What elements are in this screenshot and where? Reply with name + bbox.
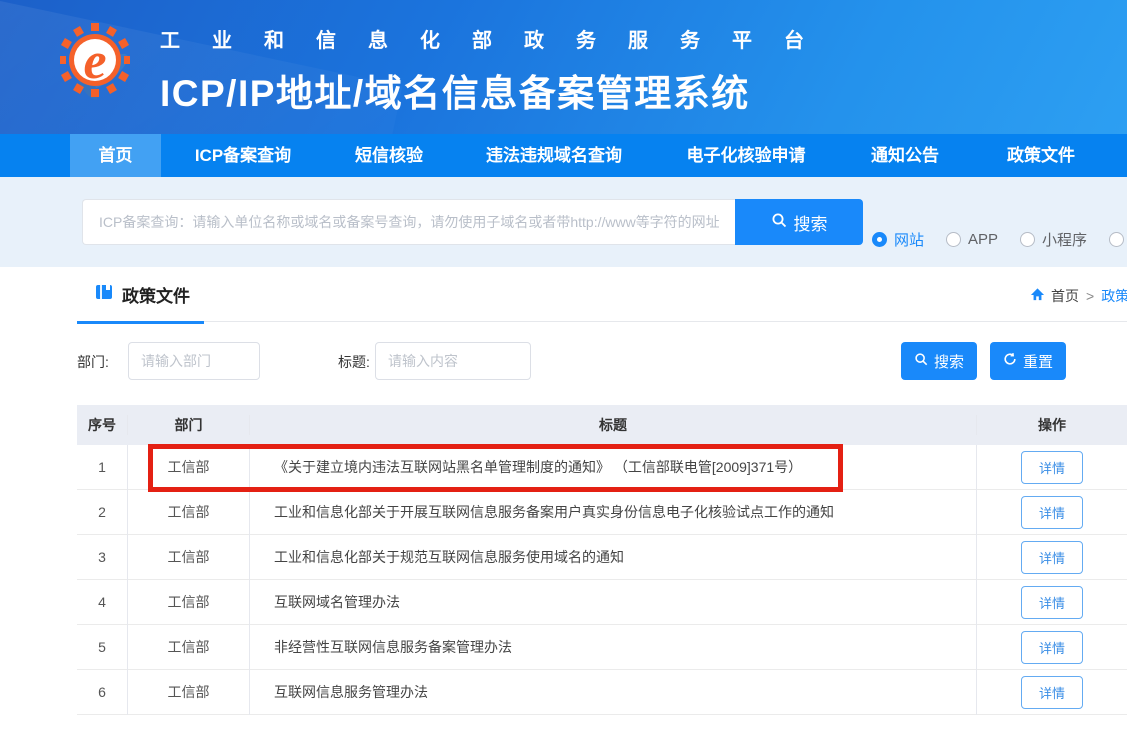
dept-filter-input[interactable] bbox=[128, 342, 260, 380]
policy-table: 序号 部门 标题 操作 1 工信部 《关于建立境内违法互联网站黑名单管理制度的通… bbox=[77, 405, 1127, 715]
cell-title: 《关于建立境内违法互联网站黑名单管理制度的通知》 （工信部联电管[2009]37… bbox=[250, 445, 977, 490]
nav-item-notices[interactable]: 通知公告 bbox=[837, 134, 973, 177]
main-nav: 首页 ICP备案查询 短信核验 违法违规域名查询 电子化核验申请 通知公告 政策… bbox=[0, 134, 1127, 177]
breadcrumb-separator: > bbox=[1086, 288, 1094, 304]
table-row: 4 工信部 互联网域名管理办法 详情 bbox=[77, 580, 1127, 625]
breadcrumb: 首页 > 政策文件 bbox=[1030, 286, 1127, 306]
nav-item-e-verify-apply[interactable]: 电子化核验申请 bbox=[655, 134, 837, 177]
cell-no: 4 bbox=[77, 580, 128, 625]
table-row: 5 工信部 非经营性互联网信息服务备案管理办法 详情 bbox=[77, 625, 1127, 670]
table-row: 2 工信部 工业和信息化部关于开展互联网信息服务备案用户真实身份信息电子化核验试… bbox=[77, 490, 1127, 535]
system-title: ICP/IP地址/域名信息备案管理系统 bbox=[160, 63, 836, 117]
search-type-radios: 网站 APP 小程序 快应用 bbox=[872, 229, 1127, 250]
cell-dept: 工信部 bbox=[128, 445, 250, 490]
detail-button[interactable]: 详情 bbox=[1021, 586, 1083, 619]
detail-button[interactable]: 详情 bbox=[1021, 631, 1083, 664]
filter-reset-label: 重置 bbox=[1023, 351, 1053, 372]
cell-dept: 工信部 bbox=[128, 535, 250, 580]
table-row: 1 工信部 《关于建立境内违法互联网站黑名单管理制度的通知》 （工信部联电管[2… bbox=[77, 445, 1127, 490]
filter-row: 部门: 标题: 搜索 重置 bbox=[77, 342, 1127, 380]
filter-reset-button[interactable]: 重置 bbox=[990, 342, 1066, 380]
detail-button[interactable]: 详情 bbox=[1021, 451, 1083, 484]
policy-file-icon bbox=[95, 283, 113, 306]
col-header-action: 操作 bbox=[977, 415, 1127, 435]
cell-title: 非经营性互联网信息服务备案管理办法 bbox=[250, 625, 977, 670]
col-header-title: 标题 bbox=[250, 415, 977, 435]
active-tab-bar bbox=[77, 321, 204, 324]
cell-no: 5 bbox=[77, 625, 128, 670]
cell-title: 工业和信息化部关于开展互联网信息服务备案用户真实身份信息电子化核验试点工作的通知 bbox=[250, 490, 977, 535]
radio-website[interactable]: 网站 bbox=[872, 229, 924, 250]
cell-no: 3 bbox=[77, 535, 128, 580]
cell-dept: 工信部 bbox=[128, 580, 250, 625]
radio-circle-icon bbox=[1020, 232, 1035, 247]
detail-button[interactable]: 详情 bbox=[1021, 676, 1083, 709]
radio-app[interactable]: APP bbox=[946, 231, 998, 248]
cell-dept: 工信部 bbox=[128, 670, 250, 715]
filter-search-label: 搜索 bbox=[934, 351, 964, 372]
breadcrumb-home[interactable]: 首页 bbox=[1051, 286, 1079, 306]
search-button-label: 搜索 bbox=[794, 210, 828, 235]
cell-no: 2 bbox=[77, 490, 128, 535]
radio-circle-icon bbox=[872, 232, 887, 247]
platform-title: 工业和信息化部政务服务平台 bbox=[160, 24, 836, 53]
search-icon bbox=[914, 352, 928, 370]
cell-title: 工业和信息化部关于规范互联网信息服务使用域名的通知 bbox=[250, 535, 977, 580]
radio-quickapp[interactable]: 快应用 bbox=[1109, 229, 1127, 250]
radio-circle-icon bbox=[946, 232, 961, 247]
title-filter-input[interactable] bbox=[375, 342, 531, 380]
cell-no: 1 bbox=[77, 445, 128, 490]
cell-no: 6 bbox=[77, 670, 128, 715]
search-icon bbox=[771, 212, 787, 233]
cell-title: 互联网信息服务管理办法 bbox=[250, 670, 977, 715]
section-head: 政策文件 首页 > 政策文件 bbox=[77, 267, 1127, 322]
cell-dept: 工信部 bbox=[128, 490, 250, 535]
table-row: 6 工信部 互联网信息服务管理办法 详情 bbox=[77, 670, 1127, 715]
nav-item-sms-verify[interactable]: 短信核验 bbox=[325, 134, 453, 177]
col-header-no: 序号 bbox=[77, 415, 128, 435]
table-row: 3 工信部 工业和信息化部关于规范互联网信息服务使用域名的通知 详情 bbox=[77, 535, 1127, 580]
nav-item-icp-query[interactable]: ICP备案查询 bbox=[161, 134, 325, 177]
icp-search-input[interactable] bbox=[82, 199, 735, 245]
app-header: e 工业和信息化部政务服务平台 ICP/IP地址/域名信息备案管理系统 bbox=[0, 0, 1127, 134]
breadcrumb-current[interactable]: 政策文件 bbox=[1101, 286, 1127, 306]
col-header-dept: 部门 bbox=[128, 415, 250, 435]
nav-item-illegal-domain-query[interactable]: 违法违规域名查询 bbox=[453, 134, 655, 177]
svg-text:e: e bbox=[83, 33, 106, 90]
icp-search-button[interactable]: 搜索 bbox=[735, 199, 863, 245]
icp-search-strip: 搜索 网站 APP 小程序 快应用 bbox=[0, 177, 1127, 267]
filter-search-button[interactable]: 搜索 bbox=[901, 342, 977, 380]
dept-filter-label: 部门: bbox=[77, 352, 109, 372]
cell-title: 互联网域名管理办法 bbox=[250, 580, 977, 625]
detail-button[interactable]: 详情 bbox=[1021, 541, 1083, 574]
cell-dept: 工信部 bbox=[128, 625, 250, 670]
miit-logo-icon: e bbox=[60, 16, 130, 113]
radio-label: APP bbox=[968, 231, 998, 248]
nav-item-policy-files[interactable]: 政策文件 bbox=[973, 134, 1109, 177]
radio-label: 小程序 bbox=[1042, 229, 1087, 250]
nav-item-home[interactable]: 首页 bbox=[70, 134, 161, 177]
table-header-row: 序号 部门 标题 操作 bbox=[77, 405, 1127, 445]
refresh-icon bbox=[1003, 352, 1017, 370]
title-filter-label: 标题: bbox=[338, 352, 370, 372]
home-icon bbox=[1030, 287, 1045, 305]
radio-miniprogram[interactable]: 小程序 bbox=[1020, 229, 1087, 250]
radio-circle-icon bbox=[1109, 232, 1124, 247]
section-title: 政策文件 bbox=[122, 282, 190, 307]
tab-policy-files[interactable]: 政策文件 bbox=[77, 267, 230, 322]
radio-label: 网站 bbox=[894, 229, 924, 250]
detail-button[interactable]: 详情 bbox=[1021, 496, 1083, 529]
